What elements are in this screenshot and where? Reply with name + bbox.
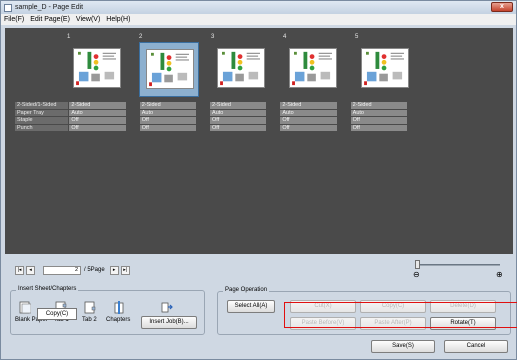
app-icon [4,3,12,12]
prop-cell: 2-Sided [139,102,197,110]
page-navigation: |◂ ◂ 2 / 5Page ▸ ▸| [15,265,132,275]
insert-sheet-title: Insert Sheet/Chapters [16,286,79,292]
select-all-button[interactable]: Select All(A) [227,300,275,313]
zoom-in-icon[interactable]: ⊕ [496,270,503,279]
prop-cell: Off [210,124,267,132]
prop-cell: 2-Sided [280,102,337,110]
prop-cell: Auto [139,109,197,117]
zoom-slider[interactable]: ⊖ ⊕ [412,259,506,281]
prop-cell: 2-Sided [69,102,126,110]
page-number: 3 [211,34,215,40]
page-thumbnail-frame[interactable] [355,42,415,97]
page-workspace: 1 2 3 4 5 2-Sided/1-Sided 2-Sided 2-Side… [5,28,513,254]
tab2-icon[interactable] [84,301,96,314]
chapters-label: Chapters [106,317,131,323]
prop-cell: Off [69,124,126,132]
save-button[interactable]: Save(S) [371,340,435,353]
page-thumbnail[interactable] [217,48,265,88]
copy-tooltip: Copy(C) [37,308,77,320]
page-thumbnail[interactable] [73,48,121,88]
page-edit-window: sample_D - Page Edit x File(F) Edit Page… [0,0,517,360]
cancel-button[interactable]: Cancel [444,340,508,353]
prop-cell: Off [210,117,267,125]
prop-label: Paper Tray [15,109,70,117]
page-thumbnail-frame-selected[interactable] [139,42,199,97]
prop-cell: Auto [280,109,337,117]
page-thumbnail[interactable] [361,48,409,88]
prop-row-staple: Staple Off Off Off Off Off [15,117,421,125]
page-number: 1 [67,34,71,40]
page-number: 2 [139,34,143,40]
page-number: 4 [283,34,287,40]
prop-cell: Off [69,117,126,125]
prop-row-sided: 2-Sided/1-Sided 2-Sided 2-Sided 2-Sided … [15,102,421,110]
current-page-input[interactable]: 2 [43,265,81,275]
prop-cell: Off [139,124,197,132]
page-thumbnail[interactable] [289,48,337,88]
title-bar: sample_D - Page Edit x [1,1,516,14]
prop-cell: 2-Sided [350,102,407,110]
insert-job-button[interactable]: Insert Job(B)... [141,316,197,329]
prop-cell: Off [350,117,407,125]
prop-cell: Auto [210,109,267,117]
window-title: sample_D - Page Edit [15,4,84,11]
prop-label: Staple [15,117,70,125]
prop-label: Punch [15,124,70,132]
zoom-out-icon[interactable]: ⊖ [413,270,420,279]
page-thumbnail-frame[interactable] [67,42,127,97]
page-operation-title: Page Operation [223,287,270,293]
tab2-label: Tab 2 [82,317,97,323]
page-properties-table: 2-Sided/1-Sided 2-Sided 2-Sided 2-Sided … [15,102,421,132]
menu-view[interactable]: View(V) [76,16,100,23]
prop-cell: Auto [69,109,126,117]
menu-help[interactable]: Help(H) [106,16,130,23]
prop-cell: 2-Sided [210,102,267,110]
prop-row-punch: Punch Off Off Off Off Off [15,124,421,132]
prop-cell: Off [350,124,407,132]
menu-edit-page[interactable]: Edit Page(E) [30,16,70,23]
first-page-icon[interactable]: |◂ [15,265,24,275]
blank-paper-icon[interactable] [19,301,31,314]
prev-page-icon[interactable]: ◂ [26,265,35,275]
menu-bar: File(F) Edit Page(E) View(V) Help(H) [1,14,516,25]
prop-cell: Auto [350,109,407,117]
menu-file[interactable]: File(F) [4,16,24,23]
page-thumbnail[interactable] [146,49,194,89]
page-thumbnail-frame[interactable] [283,42,343,97]
next-page-icon[interactable]: ▸ [109,265,119,275]
zoom-handle[interactable] [415,260,420,269]
page-number: 5 [355,34,359,40]
page-total-label: / 5Page [84,267,105,273]
chapters-icon[interactable] [113,301,125,314]
prop-row-paper-tray: Paper Tray Auto Auto Auto Auto Auto [15,109,421,117]
prop-cell: Off [280,117,337,125]
close-button[interactable]: x [491,2,513,12]
prop-cell: Off [280,124,337,132]
zoom-track[interactable] [418,264,500,266]
last-page-icon[interactable]: ▸| [120,265,130,275]
prop-cell: Off [139,117,197,125]
insert-job-icon[interactable] [161,301,173,314]
page-thumbnail-frame[interactable] [211,42,271,97]
highlight-annotation [284,302,517,328]
prop-label: 2-Sided/1-Sided [15,102,70,110]
